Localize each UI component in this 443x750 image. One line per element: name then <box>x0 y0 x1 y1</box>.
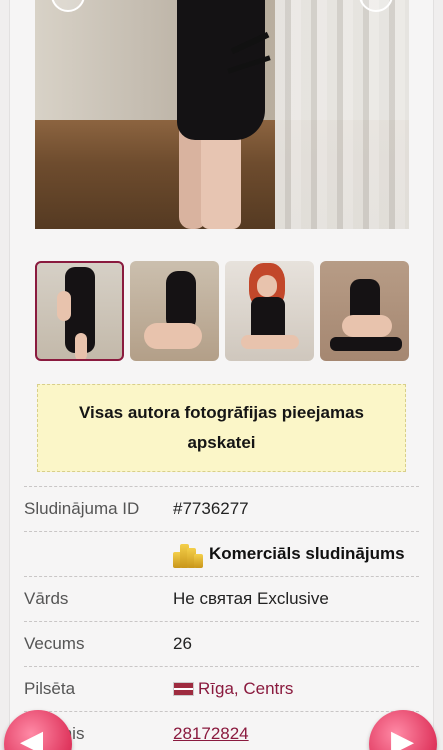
arrow-right-icon: ▶ <box>391 724 415 750</box>
coins-icon <box>173 540 203 568</box>
ad-id-value: #7736277 <box>173 499 249 518</box>
city-label: Pilsēta <box>24 679 76 698</box>
photo-figure <box>155 0 275 229</box>
listing-details: Sludinājuma ID #7736277 Komerciāls sludi… <box>24 486 419 750</box>
main-photo[interactable] <box>35 0 409 229</box>
name-label: Vārds <box>24 589 69 608</box>
thumbnail-3[interactable] <box>225 261 314 361</box>
commercial-badge: Komerciāls sludinājums <box>173 540 405 568</box>
thumbnail-1[interactable] <box>35 261 124 361</box>
city-value: Rīga, Centrs <box>198 679 294 698</box>
phone-link[interactable]: 28172824 <box>173 724 249 744</box>
detail-row-name: Vārds Не святая Exclusive <box>24 576 419 621</box>
name-value: Не святая Exclusive <box>173 589 329 608</box>
commercial-label: Komerciāls sludinājums <box>209 544 405 563</box>
detail-row-commercial: Komerciāls sludinājums <box>24 531 419 576</box>
thumbnail-strip <box>35 261 409 361</box>
arrow-left-icon: ◀ <box>20 724 44 750</box>
age-value: 26 <box>173 634 192 653</box>
city-link[interactable]: Rīga, Centrs <box>173 679 293 699</box>
detail-row-phone: Tālrunis 28172824 <box>24 711 419 750</box>
detail-row-age: Vecums 26 <box>24 621 419 666</box>
age-label: Vecums <box>24 634 85 653</box>
detail-row-ad-id: Sludinājuma ID #7736277 <box>24 486 419 531</box>
latvia-flag-icon <box>173 682 194 696</box>
photo-curtain <box>275 0 409 229</box>
thumbnail-2[interactable] <box>130 261 219 361</box>
detail-row-city: Pilsēta Rīga, Centrs <box>24 666 419 711</box>
photos-notice: Visas autora fotogrāfijas pieejamas apsk… <box>37 384 406 472</box>
ad-id-label: Sludinājuma ID <box>24 499 140 518</box>
thumbnail-4[interactable] <box>320 261 409 361</box>
